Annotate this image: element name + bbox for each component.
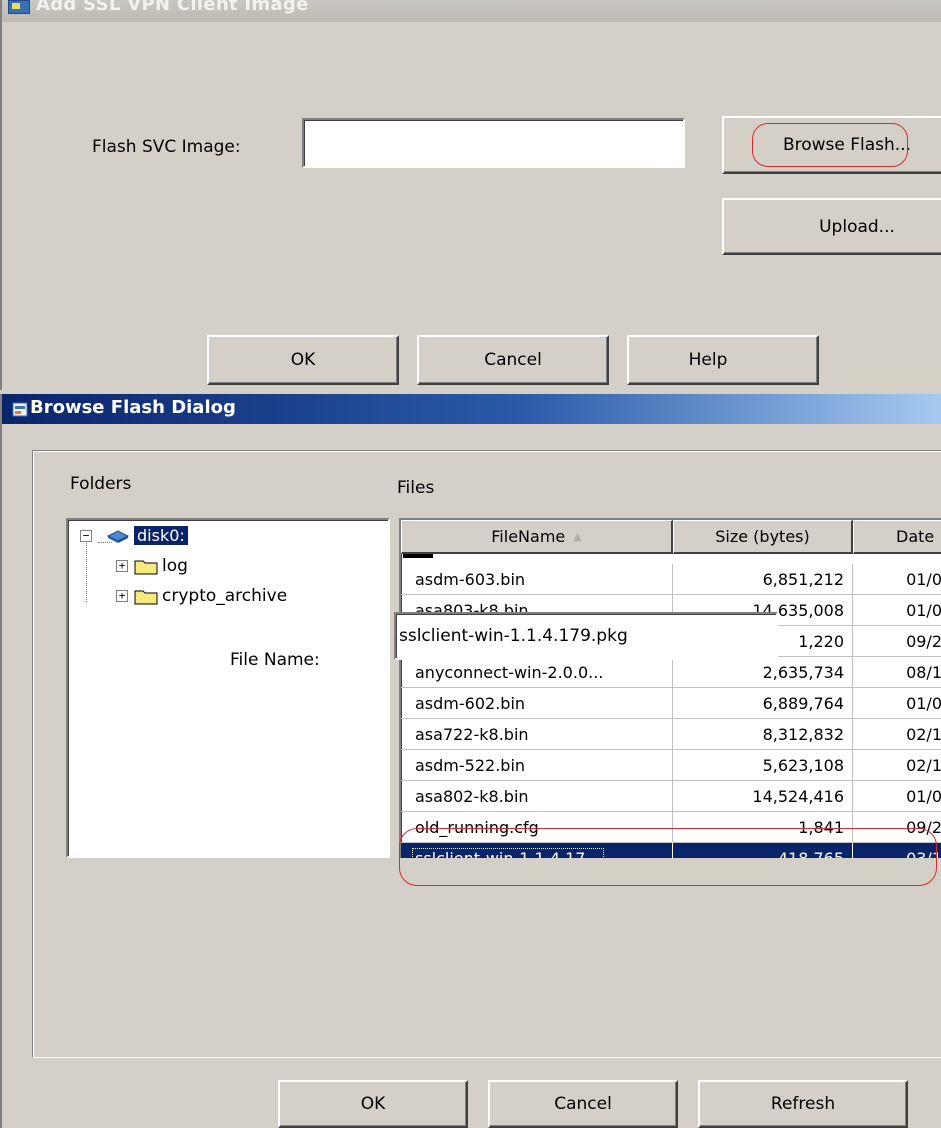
size-cell: 2,635,734: [673, 657, 853, 688]
date-cell: 01/0: [853, 595, 941, 626]
filename-cell: asdm-602.bin: [401, 688, 673, 719]
table-row[interactable]: asa722-k8.bin 8,312,832 02/1: [401, 719, 941, 750]
filename-text: asdm-522.bin: [415, 755, 526, 775]
table-row[interactable]: anyconnect-win-2.0.0... 2,635,734 08/1: [401, 657, 941, 688]
size-cell: 418,765: [673, 843, 853, 858]
filename-text: old_running.cfg: [415, 817, 539, 837]
flash-svc-image-input[interactable]: [302, 118, 685, 168]
folder-icon: [134, 590, 158, 605]
filename-cell: sslclient-win-1.1.4.17...: [401, 843, 673, 858]
table-row-selected[interactable]: sslclient-win-1.1.4.17... 418,765 03/1: [401, 843, 941, 858]
upload-button[interactable]: Upload...: [722, 198, 941, 255]
filename-text: sslclient-win-1.1.4.17...: [412, 847, 604, 858]
date-cell: 01/0: [853, 564, 941, 595]
folders-label: Folders: [70, 474, 132, 494]
java-app-icon: [12, 402, 28, 417]
table-row[interactable]: old_running.cfg 1,841 09/2: [401, 812, 941, 843]
filename-cell: asdm-522.bin: [401, 750, 673, 781]
filename-cell: anyconnect-win-2.0.0...: [401, 657, 673, 688]
table-row[interactable]: asdm-522.bin 5,623,108 02/1: [401, 750, 941, 781]
dialog-ok-button[interactable]: OK: [278, 1080, 468, 1128]
date-cell: 03/1: [853, 843, 941, 858]
size-cell: 5,623,108: [673, 750, 853, 781]
filename-cell: asa802-k8.bin: [401, 781, 673, 812]
filename-text: asdm-603.bin: [415, 569, 526, 589]
top-ok-button[interactable]: OK: [207, 335, 399, 385]
tree-node-label: disk0:: [134, 526, 188, 545]
table-row[interactable]: asa802-k8.bin 14,524,416 01/0: [401, 781, 941, 812]
file-icon: [403, 554, 433, 558]
disk-icon: [106, 529, 130, 543]
filename-text: asa802-k8.bin: [415, 786, 529, 806]
expand-icon[interactable]: +: [116, 590, 128, 602]
app-icon: [8, 0, 30, 14]
date-cell: 01/0: [853, 688, 941, 719]
filename-cell: asdm-603.bin: [401, 564, 673, 595]
date-cell: 02/1: [853, 719, 941, 750]
size-cell: 6,851,212: [673, 564, 853, 595]
tree-node-label: log: [162, 556, 188, 576]
date-cell: 01/0: [853, 781, 941, 812]
dialog-title: Browse Flash Dialog: [30, 397, 236, 418]
add-ssl-vpn-client-image-window: Add SSL VPN Client Image Flash SVC Image…: [0, 0, 941, 390]
folder-tree[interactable]: − disk0: + log + crypto_archive: [66, 518, 390, 858]
sort-ascending-icon: ▲: [573, 530, 582, 543]
dialog-cancel-button[interactable]: Cancel: [488, 1080, 678, 1128]
size-cell: 14,524,416: [673, 781, 853, 812]
column-header-label: Date: [896, 527, 935, 546]
folder-icon: [134, 560, 158, 575]
files-table[interactable]: FileName ▲ Size (bytes) Date asdm-603.bi…: [399, 518, 941, 858]
table-row[interactable]: asdm-602.bin 6,889,764 01/0: [401, 688, 941, 719]
table-row-partial: [401, 554, 941, 564]
tree-node-log[interactable]: + log: [116, 556, 188, 576]
filename-text: asa722-k8.bin: [415, 724, 529, 744]
top-cancel-button[interactable]: Cancel: [417, 335, 609, 385]
size-cell: 6,889,764: [673, 688, 853, 719]
column-header-filename[interactable]: FileName ▲: [401, 520, 673, 554]
top-window-title: Add SSL VPN Client Image: [36, 0, 309, 15]
size-cell: 8,312,832: [673, 719, 853, 750]
date-cell: 09/2: [853, 812, 941, 843]
files-label: Files: [397, 478, 435, 498]
tree-node-label: crypto_archive: [162, 586, 288, 606]
expand-icon[interactable]: +: [116, 560, 128, 572]
column-header-label: FileName: [491, 527, 566, 546]
dialog-refresh-button[interactable]: Refresh: [698, 1080, 908, 1128]
filename-cell: old_running.cfg: [401, 812, 673, 843]
date-cell: 02/1: [853, 750, 941, 781]
file-name-label: File Name:: [230, 650, 320, 670]
tree-node-disk0[interactable]: − disk0:: [80, 526, 188, 545]
column-header-size[interactable]: Size (bytes): [673, 520, 853, 554]
date-cell: 09/2: [853, 626, 941, 657]
file-name-input[interactable]: [394, 612, 778, 660]
dialog-titlebar[interactable]: Browse Flash Dialog: [2, 394, 941, 424]
tree-node-crypto-archive[interactable]: + crypto_archive: [116, 586, 287, 606]
size-cell: 1,841: [673, 812, 853, 843]
filename-text: asdm-602.bin: [415, 693, 526, 713]
collapse-icon[interactable]: −: [80, 529, 92, 542]
flash-svc-image-label: Flash SVC Image:: [92, 137, 241, 157]
filename-cell: asa722-k8.bin: [401, 719, 673, 750]
browse-flash-button[interactable]: Browse Flash...: [722, 116, 941, 174]
tree-connector-line: [86, 540, 87, 602]
column-header-date[interactable]: Date: [853, 520, 941, 554]
column-header-label: Size (bytes): [715, 527, 810, 546]
filename-text: anyconnect-win-2.0.0...: [415, 662, 604, 682]
browse-flash-dialog: Browse Flash Dialog Folders Files − disk…: [0, 394, 941, 1128]
top-help-button[interactable]: Help: [627, 335, 819, 385]
table-row[interactable]: asdm-603.bin 6,851,212 01/0: [401, 564, 941, 595]
top-window-titlebar[interactable]: Add SSL VPN Client Image: [2, 0, 941, 22]
date-cell: 08/1: [853, 657, 941, 688]
